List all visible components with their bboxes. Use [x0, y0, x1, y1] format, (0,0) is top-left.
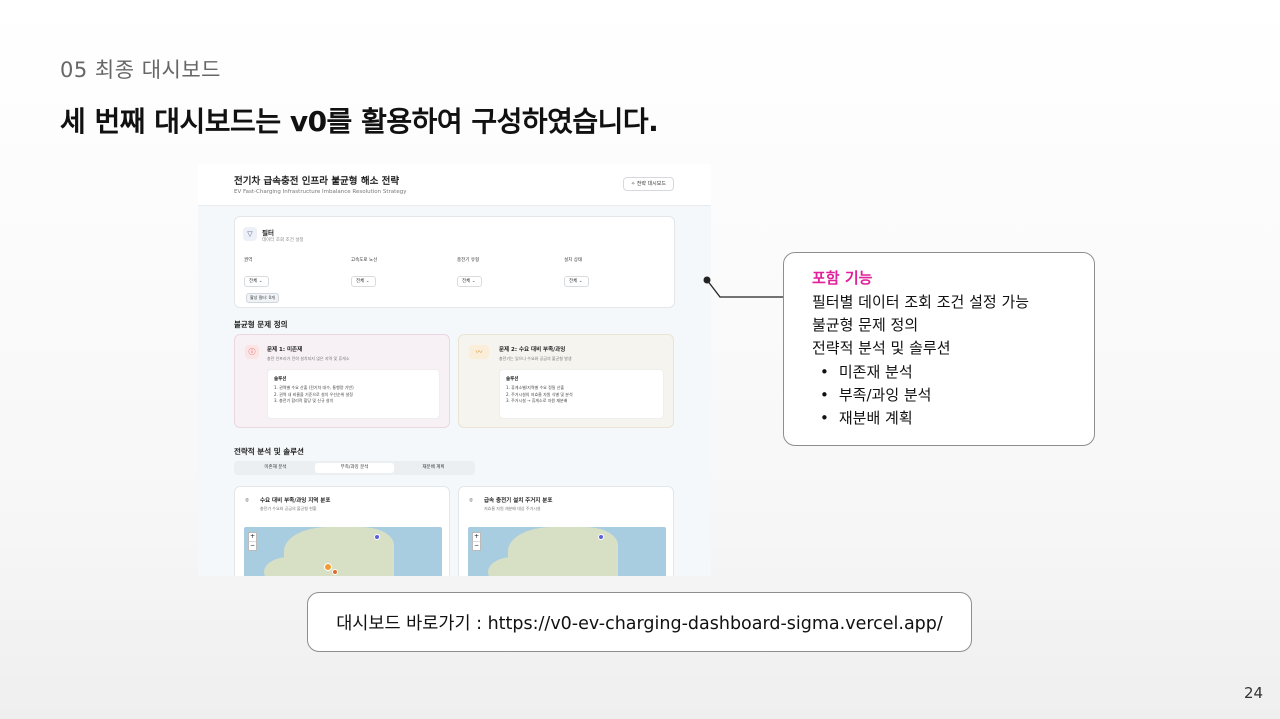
problem-2-subtitle: 충전기는 있으나 수요와 공급의 불균형 발생	[499, 356, 572, 361]
features-callout: 포함 기능 필터별 데이터 조회 조건 설정 가능 불균형 문제 정의 전략적 …	[783, 252, 1095, 446]
trend-icon: 〰	[469, 345, 489, 359]
map-card-1: ⌾ 수요 대비 부족/과잉 지역 분포 충전기 수요와 공급의 불균형 현황 +…	[234, 486, 450, 576]
map-2-title: 급속 충전기 설치 주거지 분포	[484, 498, 553, 504]
map-marker[interactable]	[598, 534, 604, 540]
strategy-dashboard-button[interactable]: ✧ 전략 대시보드	[623, 177, 674, 191]
page-number: 24	[1244, 684, 1264, 702]
map-card-2: ⌾ 급속 충전기 설치 주거지 분포 저효율 자원 재분배 대상 주거시설 + −	[458, 486, 674, 576]
zoom-control[interactable]: + −	[472, 532, 481, 551]
filter-charger-type: 충전기 유형 전체 ⌄	[457, 257, 482, 287]
strategy-button-label: 전략 대시보드	[636, 181, 666, 187]
callout-bullet: 재분배 계획	[820, 407, 913, 428]
callout-line: 필터별 데이터 조회 조건 설정 가능	[812, 293, 1030, 311]
map-1-title: 수요 대비 부족/과잉 지역 분포	[260, 498, 331, 504]
problem-card-1: ⓘ 문제 1: 미존재 충전 인프라가 전혀 설치되지 않은 지역 및 휴게소 …	[234, 334, 450, 428]
dashboard-screenshot: 전기차 급속충전 인프라 불균형 해소 전략 EV Fast-Charging …	[198, 164, 711, 576]
callout-line: 불균형 문제 정의	[812, 316, 919, 334]
dashboard-link[interactable]: 대시보드 바로가기 : https://v0-ev-charging-dashb…	[336, 610, 943, 635]
map-1[interactable]: + −	[244, 527, 442, 576]
tab-shortage-surplus-analysis[interactable]: 부족/과잉 분석	[315, 463, 394, 473]
active-filter-chip: 활성 필터: 0개	[246, 293, 279, 303]
filter-charger-type-select[interactable]: 전체 ⌄	[457, 276, 482, 287]
map-pin-icon: ⌾	[245, 497, 249, 504]
map-marker[interactable]	[324, 563, 332, 571]
tab-redistribution-plan[interactable]: 재분배 계획	[394, 463, 473, 473]
solution-line: 3. 주거시설 → 휴게소로 자원 재분배	[506, 398, 568, 403]
zoom-control[interactable]: + −	[248, 532, 257, 551]
filter-subtitle: 데이터 조회 조건 설정	[262, 238, 304, 243]
zoom-in-icon[interactable]: +	[473, 533, 480, 542]
slide-headline: 세 번째 대시보드는 v0를 활용하여 구성하였습니다.	[60, 105, 659, 138]
map-2[interactable]: + −	[468, 527, 666, 576]
zoom-in-icon[interactable]: +	[249, 533, 256, 542]
filter-install-status-label: 설치 상태	[564, 258, 582, 263]
dashboard-link-box[interactable]: 대시보드 바로가기 : https://v0-ev-charging-dashb…	[307, 592, 972, 652]
zoom-out-icon[interactable]: −	[473, 542, 480, 550]
problem-2-title: 문제 2: 수요 대비 부족/과잉	[499, 347, 566, 353]
callout-connector	[703, 276, 784, 298]
funnel-icon: ▽	[243, 227, 257, 241]
dashboard-title: 전기차 급속충전 인프라 불균형 해소 전략	[234, 176, 400, 187]
sparkle-icon: ✧	[631, 181, 636, 187]
map-marker[interactable]	[332, 569, 338, 575]
filter-install-status-select[interactable]: 전체 ⌄	[564, 276, 589, 287]
problem-1-solution: 솔루션 1. 권역별 수요 산출 (전기차 대수, 통행량 기반) 2. 권역 …	[267, 369, 440, 419]
filter-highway: 고속도로 노선 전체 ⌄	[351, 257, 377, 287]
filter-install-status: 설치 상태 전체 ⌄	[564, 257, 589, 287]
solution-title: 솔루션	[274, 377, 287, 382]
map-marker[interactable]	[374, 534, 380, 540]
problem-section-title: 불균형 문제 정의	[234, 320, 288, 329]
filter-region: 권역 전체 ⌄	[244, 257, 269, 287]
filter-charger-type-label: 충전기 유형	[457, 258, 480, 263]
filter-card: ▽ 필터 데이터 조회 조건 설정 권역 전체 ⌄ 고속도로 노선 전체 ⌄ 충…	[234, 216, 675, 308]
section-label: 05 최종 대시보드	[60, 58, 221, 82]
filter-title: 필터	[262, 229, 274, 237]
strategy-section-title: 전략적 분석 및 솔루션	[234, 447, 304, 456]
dashboard-header: 전기차 급속충전 인프라 불균형 해소 전략 EV Fast-Charging …	[198, 164, 711, 206]
analysis-tabs: 미존재 분석 부족/과잉 분석 재분배 계획	[234, 461, 475, 475]
connector-line	[706, 279, 784, 298]
map-1-subtitle: 충전기 수요와 공급의 불균형 현황	[260, 506, 317, 511]
alert-icon: ⓘ	[245, 345, 259, 359]
filter-highway-label: 고속도로 노선	[351, 258, 378, 263]
map-pin-icon: ⌾	[469, 497, 473, 504]
zoom-out-icon[interactable]: −	[249, 542, 256, 550]
filter-region-label: 권역	[244, 258, 253, 263]
callout-bullet: 부족/과잉 분석	[820, 384, 932, 405]
tab-absence-analysis[interactable]: 미존재 분석	[236, 463, 315, 473]
callout-title: 포함 기능	[812, 269, 873, 287]
problem-1-subtitle: 충전 인프라가 전혀 설치되지 않은 지역 및 휴게소	[267, 356, 350, 361]
dashboard-subtitle: EV Fast-Charging Infrastructure Imbalanc…	[234, 189, 407, 195]
filter-region-select[interactable]: 전체 ⌄	[244, 276, 269, 287]
problem-card-2: 〰 문제 2: 수요 대비 부족/과잉 충전기는 있으나 수요와 공급의 불균형…	[458, 334, 674, 428]
callout-bullet: 미존재 분석	[820, 361, 913, 382]
solution-title: 솔루션	[506, 377, 519, 382]
callout-line: 전략적 분석 및 솔루션	[812, 339, 951, 357]
filter-highway-select[interactable]: 전체 ⌄	[351, 276, 376, 287]
solution-line: 3. 충전기 합리적 할당 및 신규 설치	[274, 398, 334, 403]
map-2-subtitle: 저효율 자원 재분배 대상 주거시설	[484, 506, 541, 511]
problem-2-solution: 솔루션 1. 휴게소별/지역별 수요 정밀 산출 2. 주거시설의 저효율 자원…	[499, 369, 664, 419]
problem-1-title: 문제 1: 미존재	[267, 347, 303, 353]
